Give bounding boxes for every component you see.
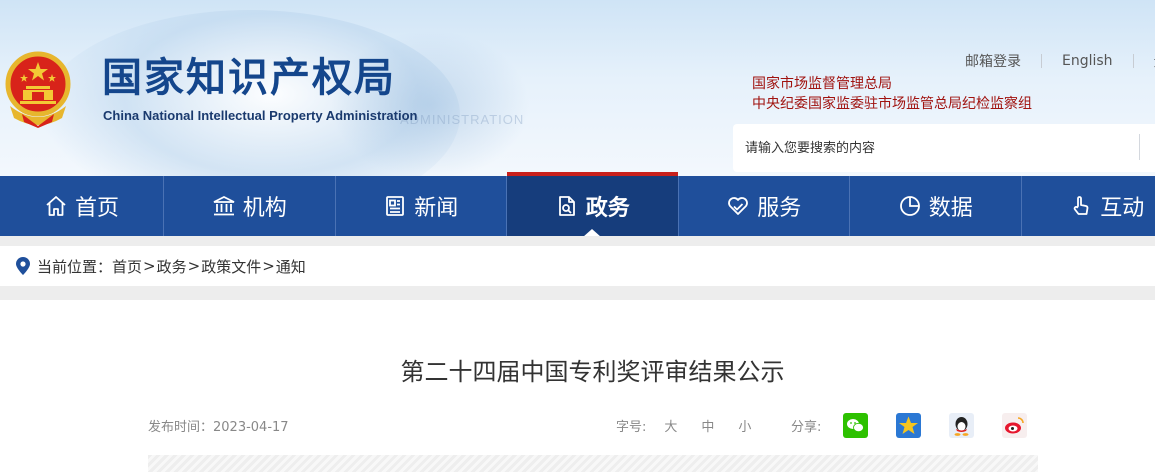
nav-item-data[interactable]: 数据 <box>850 176 1022 236</box>
divider-stripe <box>148 455 1038 472</box>
search-input[interactable] <box>745 134 1135 162</box>
samr-link[interactable]: 国家市场监督管理总局 <box>752 74 1032 94</box>
english-link[interactable]: English <box>1062 53 1113 69</box>
location-pin-icon <box>16 257 30 275</box>
hand-pointer-icon <box>1069 194 1093 218</box>
font-size-controls: 字号: 大 中 小 <box>616 416 775 435</box>
breadcrumb-bar: 当前位置： 首页 > 政务 > 政策文件 > 通知 <box>0 236 1155 300</box>
nav-item-label: 首页 <box>74 196 119 221</box>
wechat-icon[interactable] <box>843 413 869 438</box>
article-title: 第二十四届中国专利奖评审结果公示 <box>400 358 785 386</box>
top-links: 邮箱登录 English 无 <box>965 51 1155 71</box>
home-icon <box>44 194 68 218</box>
nav-item-news[interactable]: 新闻 <box>336 176 507 236</box>
share-label: 分享: <box>791 420 822 435</box>
service-heart-icon <box>726 194 750 218</box>
parent-org-links: 国家市场监督管理总局 中央纪委国家监委驻市场监管总局纪检监察组 <box>752 74 1032 114</box>
qzone-icon[interactable] <box>896 413 922 438</box>
ghost-watermark-text: ADMINISTRATION <box>400 112 525 127</box>
share-bar: 分享: <box>791 413 1055 438</box>
nav-item-label: 新闻 <box>414 196 459 221</box>
nav-item-label: 数据 <box>928 196 973 221</box>
pie-chart-icon <box>898 194 922 218</box>
nav-item-interaction[interactable]: 互动 <box>1022 176 1155 236</box>
site-title: 国家知识产权局 <box>102 55 396 101</box>
font-size-small[interactable]: 小 <box>738 416 751 435</box>
font-size-medium[interactable]: 中 <box>701 416 714 435</box>
nav-item-institution[interactable]: 机构 <box>164 176 336 236</box>
discipline-inspection-link[interactable]: 中央纪委国家监委驻市场监管总局纪检监察组 <box>752 94 1032 114</box>
breadcrumb: 当前位置： 首页 > 政务 > 政策文件 > 通知 <box>0 246 1155 286</box>
document-icon <box>555 194 579 218</box>
site-subtitle: China National Intellectual Property Adm… <box>103 108 418 123</box>
search-box <box>733 124 1155 172</box>
site-header: ADMINISTRATION 国家知识产权局 China National In… <box>0 0 1155 176</box>
breadcrumb-notice[interactable]: 通知 <box>276 256 306 277</box>
breadcrumb-home[interactable]: 首页 <box>112 256 142 277</box>
nav-item-label: 机构 <box>242 196 287 221</box>
newspaper-icon <box>383 194 407 218</box>
institution-icon <box>212 194 236 218</box>
font-size-large[interactable]: 大 <box>664 416 677 435</box>
national-emblem-icon <box>5 51 71 128</box>
search-divider <box>1139 134 1140 160</box>
font-size-label: 字号: <box>616 420 647 435</box>
nav-item-label: 服务 <box>757 196 802 221</box>
link-divider <box>1041 54 1042 68</box>
weibo-icon[interactable] <box>1002 413 1028 438</box>
nav-item-service[interactable]: 服务 <box>679 176 850 236</box>
qq-icon[interactable] <box>949 413 975 438</box>
breadcrumb-government[interactable]: 政务 <box>157 256 187 277</box>
nav-item-label: 政务 <box>585 196 630 221</box>
mail-login-link[interactable]: 邮箱登录 <box>965 51 1021 71</box>
publish-date: 发布时间：2023-04-17 <box>148 420 289 435</box>
main-nav: 首页 机构 新闻 政务 服务 数据 互动 <box>0 172 1155 237</box>
nav-item-government[interactable]: 政务 <box>507 172 679 237</box>
breadcrumb-prefix: 当前位置： <box>37 257 113 276</box>
link-divider <box>1132 54 1134 68</box>
nav-item-home[interactable]: 首页 <box>0 176 164 236</box>
breadcrumb-policy-docs[interactable]: 政策文件 <box>201 256 261 277</box>
nav-item-label: 互动 <box>1100 196 1145 221</box>
